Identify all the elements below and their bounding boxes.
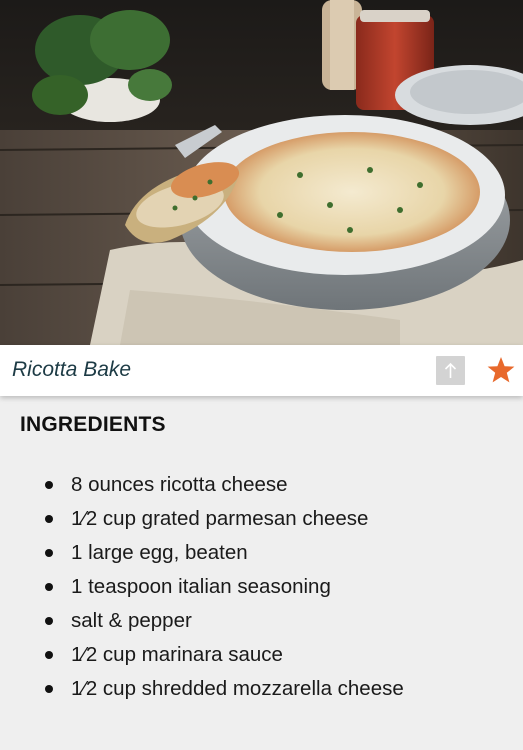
star-icon [487, 357, 515, 383]
ingredient-item: 1⁄2 cup grated parmesan cheese [0, 502, 523, 536]
arrow-up-icon [444, 362, 457, 378]
ingredients-section: INGREDIENTS 8 ounces ricotta cheese 1⁄2 … [0, 396, 523, 750]
bullet-icon [45, 685, 53, 693]
ingredient-item: 8 ounces ricotta cheese [0, 468, 523, 502]
ingredient-text: 1⁄2 cup shredded mozzarella cheese [71, 677, 404, 700]
ingredients-heading: INGREDIENTS [20, 413, 166, 436]
share-button[interactable] [436, 356, 465, 385]
recipe-title-bar: Ricotta Bake [0, 345, 523, 396]
ingredient-text: salt & pepper [71, 609, 192, 632]
ingredient-text: 1 large egg, beaten [71, 541, 248, 564]
ingredient-text: 8 ounces ricotta cheese [71, 473, 288, 496]
ingredient-text: 1 teaspoon italian seasoning [71, 575, 331, 598]
ingredient-item: 1 large egg, beaten [0, 536, 523, 570]
ingredient-item: 1⁄2 cup marinara sauce [0, 638, 523, 672]
bullet-icon [45, 583, 53, 591]
recipe-title: Ricotta Bake [12, 358, 132, 381]
bullet-icon [45, 549, 53, 557]
bullet-icon [45, 515, 53, 523]
ingredient-text: 1⁄2 cup grated parmesan cheese [71, 507, 369, 530]
ingredient-list: 8 ounces ricotta cheese 1⁄2 cup grated p… [0, 468, 523, 706]
bullet-icon [45, 617, 53, 625]
ingredient-text: 1⁄2 cup marinara sauce [71, 643, 283, 666]
recipe-photo [0, 0, 523, 345]
ingredient-item: 1⁄2 cup shredded mozzarella cheese [0, 672, 523, 706]
recipe-screen: Ricotta Bake INGREDIENTS 8 ounces ricott… [0, 0, 523, 750]
bullet-icon [45, 651, 53, 659]
bullet-icon [45, 481, 53, 489]
ingredient-item: 1 teaspoon italian seasoning [0, 570, 523, 604]
ingredient-item: salt & pepper [0, 604, 523, 638]
favorite-button[interactable] [485, 354, 517, 386]
